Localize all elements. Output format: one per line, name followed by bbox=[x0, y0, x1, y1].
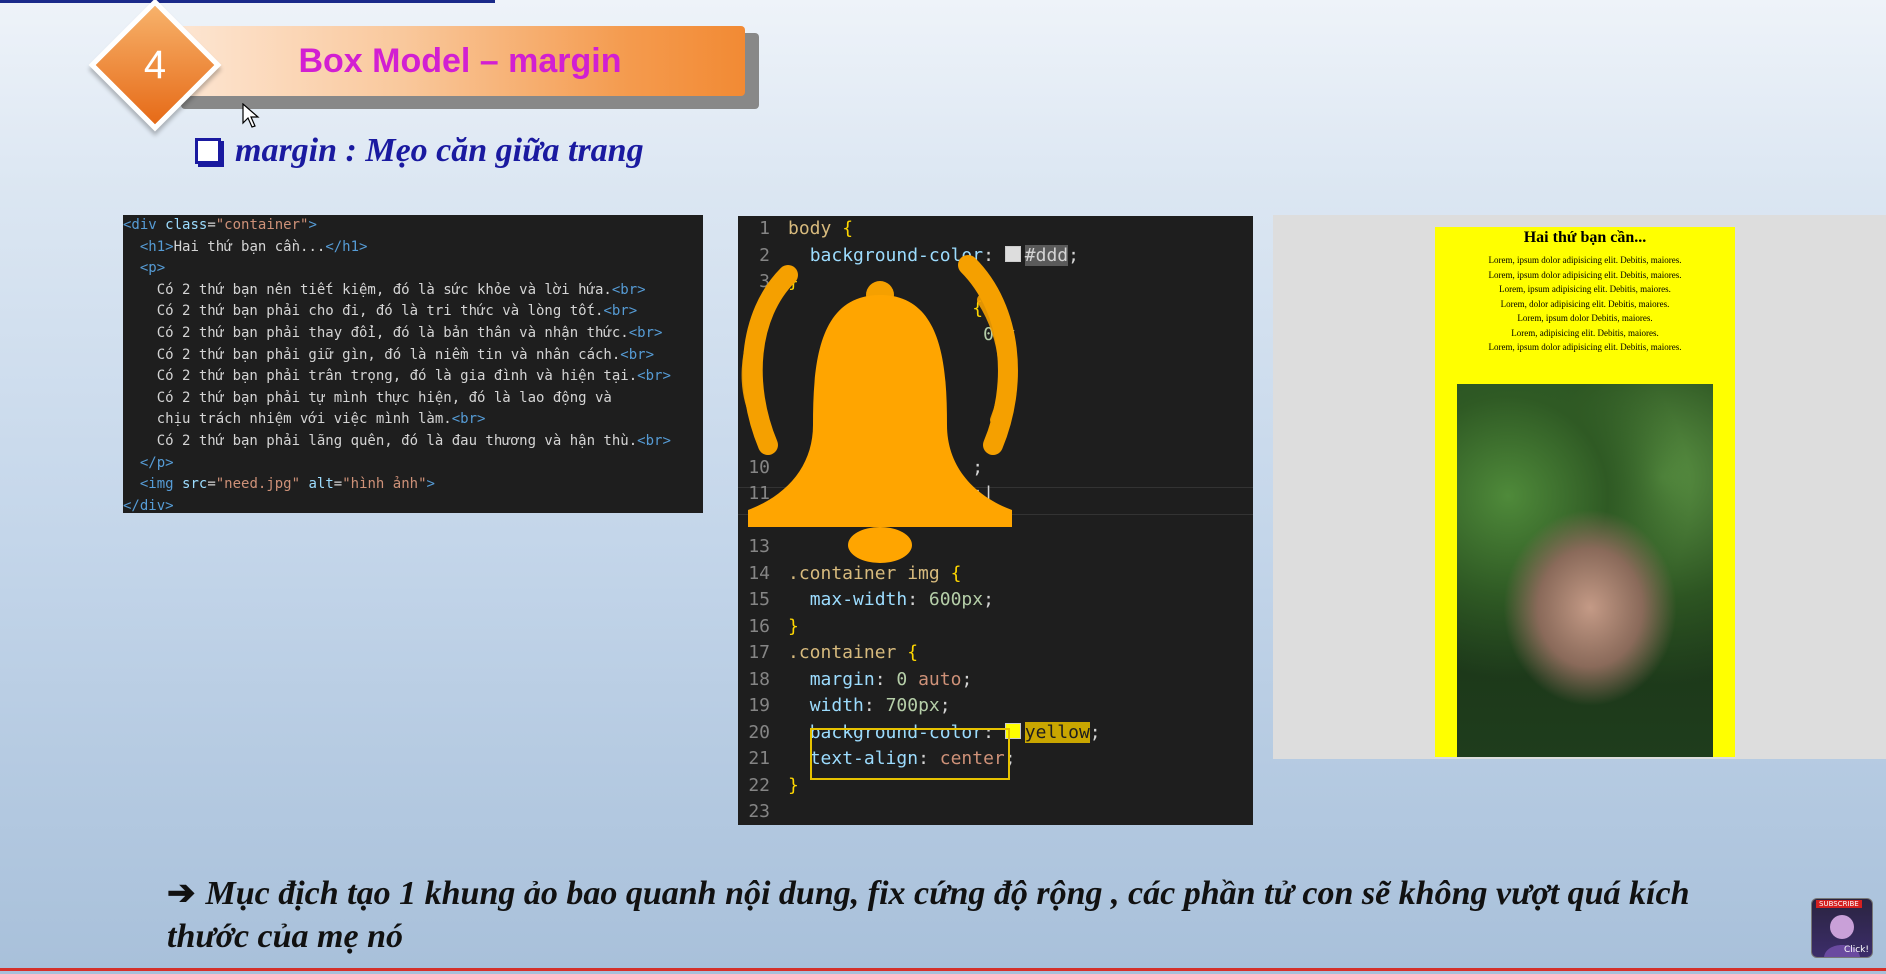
preview-text-line: Lorem, adipisicing elit. Debitis, maiore… bbox=[1511, 327, 1659, 338]
html-code-line: <h1>Hai thứ bạn cần...</h1> bbox=[139, 238, 368, 255]
html-code-line: <p> bbox=[139, 260, 166, 277]
browser-preview: Hai thứ bạn cần... Lorem, ipsum dolor ad… bbox=[1273, 215, 1886, 759]
preview-text-line: Lorem, ipsum dolor adipisicing elit. Deb… bbox=[1488, 255, 1682, 265]
bell-icon[interactable] bbox=[728, 255, 1038, 585]
html-code-line: chịu trách nhiệm với việc mình làm.<br> bbox=[123, 411, 486, 428]
slide-title-bar: Box Model – margin bbox=[175, 26, 745, 96]
preview-text-line: Lorem, ipsum dolor Debitis, maiores. bbox=[1517, 313, 1653, 323]
preview-image bbox=[1457, 384, 1713, 757]
html-code-line: </div> bbox=[123, 497, 174, 513]
arrow-right-icon: ➔ bbox=[167, 875, 196, 912]
preview-text-line: Lorem, ipsum dolor adipisicing elit. Deb… bbox=[1488, 342, 1682, 352]
mouse-cursor-icon bbox=[242, 103, 260, 128]
footer-text: Mục địch tạo 1 khung ảo bao quanh nội du… bbox=[167, 875, 1690, 955]
html-code-line: <img src="need.jpg" alt="hình ảnh"> bbox=[139, 476, 435, 493]
html-code-line: Có 2 thứ bạn nên tiết kiệm, đó là sức kh… bbox=[123, 281, 646, 298]
html-code-line: Có 2 thứ bạn phải tự mình thực hiện, đó … bbox=[123, 389, 612, 406]
html-code-line: Có 2 thứ bạn phải cho đi, đó là tri thức… bbox=[123, 303, 638, 320]
css-line: 23 bbox=[748, 801, 770, 822]
preview-text-line: Lorem, ipsum adipisicing elit. Debitis, … bbox=[1499, 284, 1671, 294]
slide-subtitle: margin : Mẹo căn giữa trang bbox=[235, 132, 644, 169]
css-line: 16} bbox=[748, 615, 799, 637]
css-line: 18 margin: 0 auto; bbox=[748, 668, 973, 690]
preview-heading: Hai thứ bạn cần... bbox=[1523, 229, 1647, 246]
margin-width-highlight-box bbox=[810, 728, 1010, 780]
slide-title: Box Model – margin bbox=[298, 41, 622, 80]
subscribe-button[interactable]: SUBSCRIBE Click! bbox=[1811, 898, 1873, 958]
bottom-border-line bbox=[0, 968, 1886, 971]
slide-number: 4 bbox=[143, 42, 167, 87]
html-code-line: Có 2 thứ bạn phải trân trọng, đó là gia … bbox=[123, 368, 671, 385]
preview-text-line: Lorem, ipsum dolor adipisicing elit. Deb… bbox=[1488, 269, 1682, 280]
slide-footer: ➔ Mục địch tạo 1 khung ảo bao quanh nội d… bbox=[167, 872, 1727, 958]
preview-text-line: Lorem, dolor adipisicing elit. Debitis, … bbox=[1500, 298, 1670, 309]
top-border-line bbox=[0, 0, 495, 3]
html-code-line: </p> bbox=[139, 454, 174, 471]
css-line: 17 .container { bbox=[748, 642, 919, 663]
html-code-line: Có 2 thứ bạn phải lãng quên, đó là đau t… bbox=[123, 432, 671, 449]
css-line: 19 width: 700px; bbox=[748, 695, 951, 716]
preview-paragraph: Lorem, ipsum dolor adipisicing elit. Deb… bbox=[1435, 253, 1735, 355]
html-code-line: Có 2 thứ bạn phải thay đổi, đó là bản th… bbox=[123, 324, 663, 341]
css-line: 1 body { bbox=[759, 218, 854, 239]
subscribe-click-text: Click! bbox=[1843, 945, 1869, 955]
checkbox-bullet-icon bbox=[195, 138, 221, 164]
css-line: 15 max-width: 600px; bbox=[748, 589, 994, 610]
slide-subtitle-row: margin : Mẹo căn giữa trang bbox=[195, 132, 644, 170]
preview-container: Hai thứ bạn cần... Lorem, ipsum dolor ad… bbox=[1435, 227, 1735, 757]
html-code-line: Có 2 thứ bạn phải giữ gìn, đó là niềm ti… bbox=[123, 346, 655, 363]
html-code-panel: <div class="container"> <h1>Hai thứ bạn … bbox=[123, 215, 703, 513]
html-code-line: <div class="container"> bbox=[123, 217, 317, 233]
